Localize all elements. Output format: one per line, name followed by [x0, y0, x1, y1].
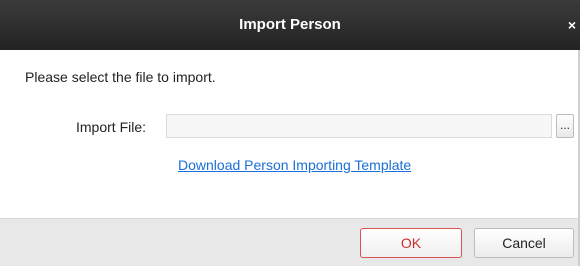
dialog-titlebar: Import Person × — [0, 0, 580, 50]
dialog-title: Import Person — [239, 16, 341, 33]
import-file-label: Import File: — [76, 119, 147, 135]
download-template-link[interactable]: Download Person Importing Template — [178, 157, 411, 173]
browse-button[interactable]: ... — [556, 114, 574, 138]
cancel-button[interactable]: Cancel — [474, 228, 574, 258]
dialog-content: Please select the file to import. Import… — [0, 50, 580, 218]
close-icon[interactable]: × — [564, 14, 580, 36]
import-person-dialog: Import Person × Please select the file t… — [0, 0, 580, 266]
dialog-footer: OK Cancel — [0, 218, 580, 266]
instruction-text: Please select the file to import. — [25, 69, 216, 85]
import-file-input[interactable] — [166, 114, 552, 138]
ok-button[interactable]: OK — [360, 228, 462, 258]
